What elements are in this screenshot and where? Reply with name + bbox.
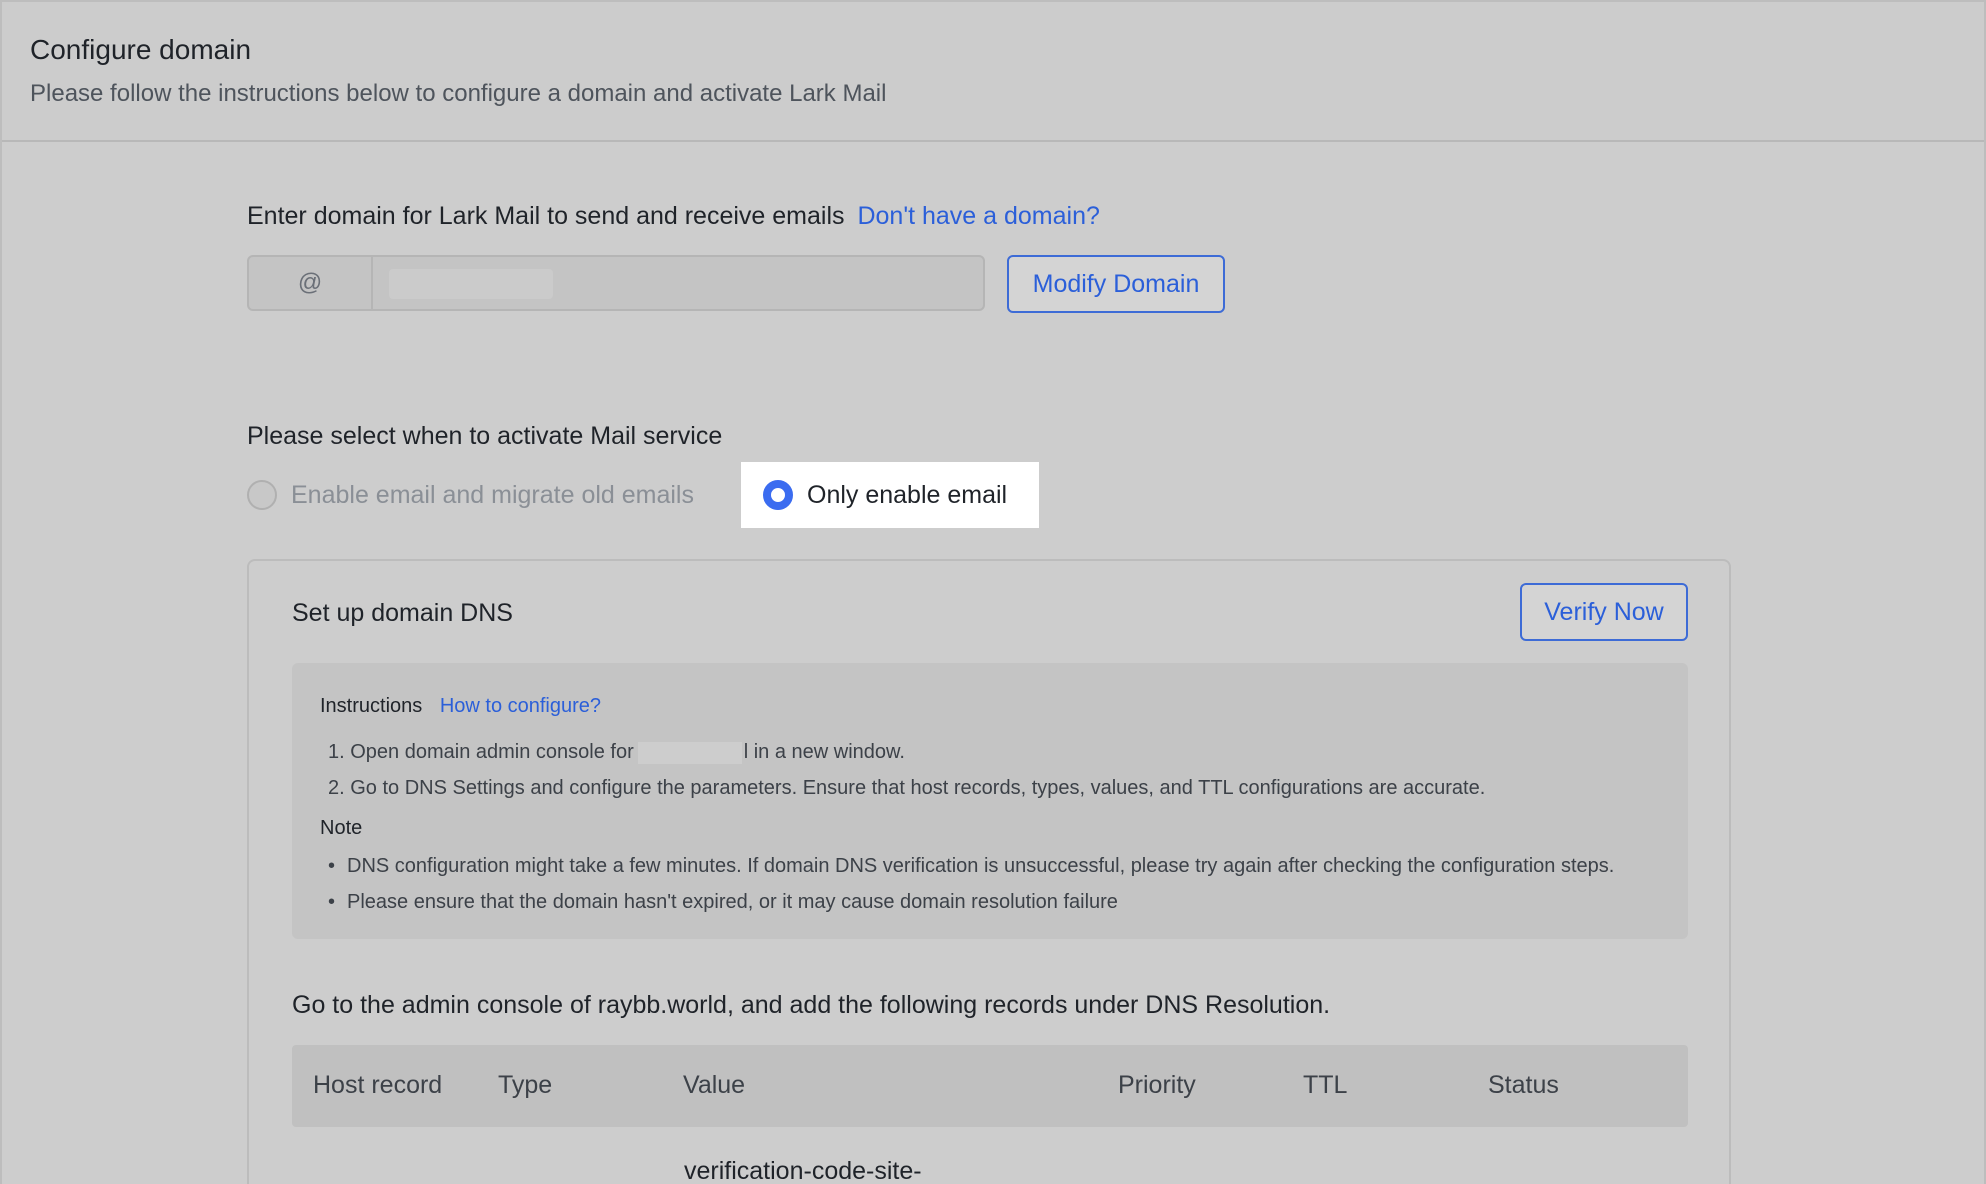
radio-checked-icon[interactable] [763,480,793,510]
note-item: Please ensure that the domain hasn't exp… [328,891,1118,914]
radio-label: Only enable email [807,480,1008,509]
radio-only-enable-email[interactable]: Only enable email [741,462,1039,528]
table-row-value: verification-code-site- [684,1157,922,1184]
instructions-box: Instructions How to configure? 1. Open d… [292,663,1688,939]
redacted-domain-value [389,269,553,299]
domain-at-prefix: @ [249,257,373,309]
page-header: Configure domain Please follow the instr… [2,2,1984,142]
page-subtitle: Please follow the instructions below to … [30,80,887,107]
domain-label-text: Enter domain for Lark Mail to send and r… [247,202,845,230]
col-priority: Priority [1118,1071,1196,1099]
verify-now-button[interactable]: Verify Now [1520,583,1688,641]
page-title: Configure domain [30,34,252,65]
col-host-record: Host record [313,1071,443,1099]
modify-domain-button[interactable]: Modify Domain [1007,255,1225,313]
domain-input[interactable] [373,257,983,309]
dns-title: Set up domain DNS [292,599,513,627]
no-domain-link[interactable]: Don't have a domain? [857,202,1099,230]
instruction-step-1: 1. Open domain admin console for l in a n… [328,741,905,764]
activation-label: Please select when to activate Mail serv… [247,422,723,450]
radio-unchecked-icon[interactable] [247,480,277,510]
col-status: Status [1488,1071,1559,1099]
how-to-configure-link[interactable]: How to configure? [440,695,601,717]
radio-label: Enable email and migrate old emails [291,480,694,509]
instructions-heading: Instructions How to configure? [320,695,601,718]
activation-radio-group: Enable email and migrate old emails Only… [247,462,1147,528]
col-type: Type [498,1071,553,1099]
app-frame: Configure domain Please follow the instr… [0,0,1986,1184]
domain-field[interactable]: @ [247,255,985,311]
col-value: Value [683,1071,746,1099]
instruction-step-2: 2. Go to DNS Settings and configure the … [328,777,1486,799]
redacted-domain [637,741,742,764]
instructions-title: Instructions [320,695,423,717]
configure-domain-body: Enter domain for Lark Mail to send and r… [2,144,1984,1184]
step1-text-end: l in a new window. [743,741,905,763]
note-item: DNS configuration might take a few minut… [328,855,1614,878]
dns-setup-card: Set up domain DNS Verify Now Instruction… [247,559,1731,1184]
col-ttl: TTL [1303,1071,1348,1099]
domain-label: Enter domain for Lark Mail to send and r… [247,202,1100,231]
step1-text: 1. Open domain admin console for [328,741,634,763]
records-intro: Go to the admin console of raybb.world, … [292,991,1331,1019]
dns-table-header: Host record Type Value Priority TTL Stat… [292,1045,1688,1127]
radio-enable-and-migrate[interactable]: Enable email and migrate old emails [247,462,694,528]
note-heading: Note [320,817,363,839]
